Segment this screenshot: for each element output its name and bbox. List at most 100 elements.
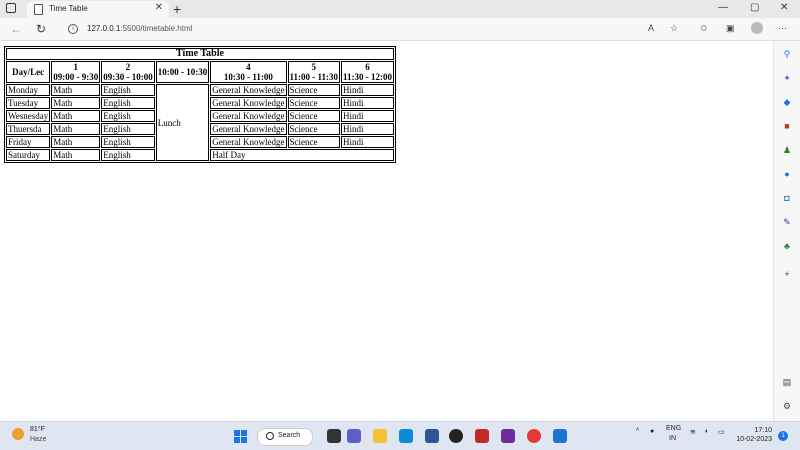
add-icon[interactable]: + <box>782 269 792 279</box>
subject-cell: English <box>101 123 155 135</box>
chat-icon[interactable] <box>347 429 361 443</box>
language-top[interactable]: ENG <box>666 425 681 432</box>
subject-cell: Science <box>287 84 340 96</box>
day-cell: Thuersda <box>6 123 51 135</box>
subject-cell: Hindi <box>341 136 394 148</box>
subject-cell: Science <box>287 97 340 109</box>
header-lec-4: 4 10:30 - 11:00 <box>210 61 287 83</box>
toolbar: ← ↻ i 127.0.0.1:5500/timetable.html A ☆ … <box>0 18 800 41</box>
start-button[interactable] <box>234 430 247 443</box>
table-row: Monday Math English Lunch General Knowle… <box>6 84 394 161</box>
taskbar: 81°F Haze Search ^ ● ENG IN ≋ ◖ ▭ 17:10 … <box>0 421 800 450</box>
collections-icon[interactable]: ▣ <box>726 23 735 34</box>
header-num: 1 <box>73 62 79 72</box>
favorites-icon[interactable]: ✩ <box>700 23 708 34</box>
url-host: 127.0.0.1 <box>87 24 121 33</box>
language-bottom[interactable]: IN <box>669 435 676 442</box>
clock[interactable]: 17:10 10-02-2023 <box>736 426 772 444</box>
tab-actions-icon[interactable] <box>6 3 16 13</box>
designer-icon[interactable]: ✎ <box>782 217 792 227</box>
header-num: 5 <box>311 62 317 72</box>
header-num: 2 <box>125 62 131 72</box>
store-icon[interactable] <box>425 429 439 443</box>
sidebar-toggle-icon[interactable]: ▤ <box>782 377 792 387</box>
discover-icon[interactable]: ✦ <box>782 73 792 83</box>
weather-condition[interactable]: Haze <box>30 436 46 443</box>
mcafee-icon[interactable] <box>475 429 489 443</box>
subject-cell: General Knowledge <box>210 97 287 109</box>
shopping-tag-icon[interactable]: ◆ <box>782 97 792 107</box>
header-time: 10:30 - 11:00 <box>223 72 273 82</box>
favorite-add-icon[interactable]: ☆ <box>670 23 678 34</box>
day-cell: Monday <box>6 84 51 96</box>
header-time: 10:00 - 10:30 <box>157 67 208 77</box>
subject-cell: Math <box>51 123 101 135</box>
subject-cell: Math <box>51 136 101 148</box>
tools-icon[interactable]: ■ <box>782 121 792 131</box>
header-num: 6 <box>365 62 370 72</box>
tab-title: Time Table <box>49 4 88 13</box>
more-icon[interactable]: ⋯ <box>778 23 787 34</box>
tray-app-icon[interactable]: ● <box>650 428 654 435</box>
subject-cell: English <box>101 84 155 96</box>
outlook-icon[interactable]: ◘ <box>782 193 792 203</box>
edge-sidebar: ⚲ ✦ ◆ ■ ♟ ● ◘ ✎ ♣ + ▤ ⚙ <box>773 41 800 421</box>
chrome-icon[interactable] <box>527 429 541 443</box>
winrar-icon[interactable] <box>501 429 515 443</box>
subject-cell: General Knowledge <box>210 110 287 122</box>
day-cell: Friday <box>6 136 51 148</box>
header-time: 11:00 - 11:30 <box>289 72 339 82</box>
volume-icon[interactable]: ◖ <box>704 428 708 435</box>
close-tab-icon[interactable]: ✕ <box>155 2 163 13</box>
close-window-button[interactable]: ✕ <box>780 2 788 13</box>
file-explorer-icon[interactable] <box>373 429 387 443</box>
tray-chevron-icon[interactable]: ^ <box>636 428 639 435</box>
weather-icon[interactable] <box>12 428 24 440</box>
subject-cell: English <box>101 136 155 148</box>
clock-time: 17:10 <box>754 427 772 434</box>
info-icon[interactable]: i <box>68 24 78 34</box>
battery-icon[interactable]: ▭ <box>718 428 725 436</box>
edge-icon[interactable] <box>399 429 413 443</box>
office-icon[interactable]: ● <box>782 169 792 179</box>
wifi-icon[interactable]: ≋ <box>690 428 696 436</box>
subject-cell: General Knowledge <box>210 123 287 135</box>
subject-cell: Hindi <box>341 123 394 135</box>
tab-strip: Time Table ✕ + — ▢ ✕ <box>0 0 800 18</box>
vscode-icon[interactable] <box>553 429 567 443</box>
task-view-icon[interactable] <box>327 429 341 443</box>
minimize-button[interactable]: — <box>718 2 728 13</box>
header-lec-2: 2 09:30 - 10:00 <box>101 61 155 83</box>
page-content: Time Table Day/Lec 1 09:00 - 9:30 2 09:30 … <box>0 41 773 421</box>
header-lec-6: 6 11:30 - 12:00 <box>341 61 394 83</box>
address-bar[interactable]: i 127.0.0.1:5500/timetable.html <box>60 20 688 38</box>
notification-badge[interactable]: 1 <box>778 431 788 441</box>
games-icon[interactable]: ♟ <box>782 145 792 155</box>
maximize-button[interactable]: ▢ <box>750 2 759 13</box>
refresh-icon[interactable]: ↻ <box>36 22 46 36</box>
weather-temp[interactable]: 81°F <box>30 426 45 433</box>
settings-gear-icon[interactable]: ⚙ <box>782 401 792 411</box>
subject-cell: English <box>101 149 155 161</box>
subject-cell: Math <box>51 149 101 161</box>
profile-avatar[interactable] <box>751 22 763 34</box>
read-aloud-icon[interactable]: A <box>648 23 654 33</box>
subject-cell: General Knowledge <box>210 136 287 148</box>
url-path: :5500/timetable.html <box>120 24 193 33</box>
dell-icon[interactable] <box>449 429 463 443</box>
day-cell: Saturday <box>6 149 51 161</box>
new-tab-button[interactable]: + <box>173 0 181 18</box>
header-lec-5: 5 11:00 - 11:30 <box>287 61 340 83</box>
taskbar-search[interactable]: Search <box>257 428 313 446</box>
subject-cell: Hindi <box>341 97 394 109</box>
url-text[interactable]: 127.0.0.1:5500/timetable.html <box>87 24 192 33</box>
subject-cell: Hindi <box>341 84 394 96</box>
tree-icon[interactable]: ♣ <box>782 241 792 251</box>
header-day-lec: Day/Lec <box>6 61 51 83</box>
search-icon[interactable]: ⚲ <box>782 49 792 59</box>
lunch-cell: Lunch <box>155 84 210 161</box>
back-icon[interactable]: ← <box>10 22 22 36</box>
subject-cell: General Knowledge <box>210 84 287 96</box>
subject-cell: Science <box>287 136 340 148</box>
tab-timetable[interactable]: Time Table ✕ <box>27 1 169 18</box>
